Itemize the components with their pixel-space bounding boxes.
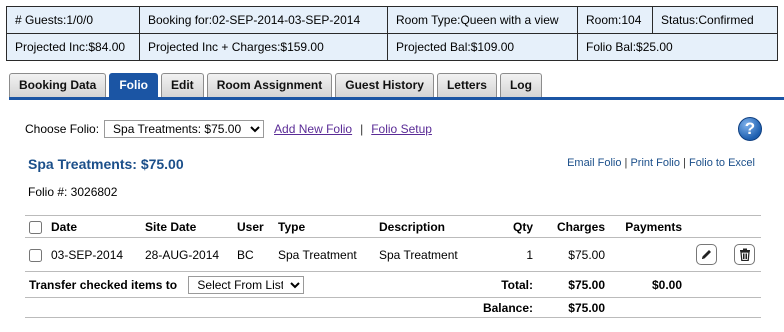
folio-panel: Choose Folio: Spa Treatments: $75.00 Add… [9,100,784,332]
balance-label: Balance: [375,297,537,318]
col-qty: Qty [495,215,537,238]
projected-inc-charges-cell: Projected Inc + Charges:$159.00 [139,33,388,61]
balance-spacer-right [609,297,761,318]
col-actions [686,215,761,238]
row-select-cell [25,237,47,272]
projected-inc-cell: Projected Inc:$84.00 [6,33,140,61]
print-folio-link[interactable]: Print Folio [630,157,680,169]
booking-info-table: # Guests:1/0/0 Booking for:02-SEP-2014-0… [6,6,778,61]
folio-to-excel-link[interactable]: Folio to Excel [689,157,755,169]
folio-select[interactable]: Spa Treatments: $75.00 [104,120,265,138]
email-folio-link[interactable]: Email Folio [567,157,621,169]
col-type: Type [274,215,375,238]
row-date: 03-SEP-2014 [47,237,141,272]
select-all-checkbox[interactable] [29,220,42,234]
folio-setup-link[interactable]: Folio Setup [371,122,432,136]
status-cell: Status:Confirmed [652,6,778,34]
room-cell: Room:104 [577,6,653,34]
tab-edit[interactable]: Edit [161,73,204,98]
total-row: Transfer checked items to Select From Li… [25,271,761,298]
transfer-label: Transfer checked items to [29,277,178,292]
total-payments: $0.00 [609,271,686,298]
col-description: Description [375,215,495,238]
pencil-icon[interactable] [695,244,717,265]
folio-items-table: Date Site Date User Type Description Qty… [25,215,761,318]
row-checkbox[interactable] [29,248,42,262]
total-spacer [686,271,761,298]
projected-bal-cell: Projected Bal:$109.00 [387,33,578,61]
folio-actions: Email Folio | Print Folio | Folio to Exc… [567,157,755,169]
row-qty: 1 [495,237,537,272]
select-all-cell [25,215,47,238]
row-user: BC [233,237,274,272]
help-icon[interactable]: ? [738,117,762,141]
row-payments [609,237,686,272]
link-separator: | [360,122,364,136]
balance-value: $75.00 [537,297,609,318]
tab-booking-data[interactable]: Booking Data [9,73,107,98]
row-actions [686,237,761,272]
room-type-cell: Room Type:Queen with a view [387,6,578,34]
choose-folio-label: Choose Folio: [25,122,100,136]
row-description: Spa Treatment [375,237,495,272]
header-row: Date Site Date User Type Description Qty… [25,215,761,238]
total-label: Total: [375,271,537,298]
row-site-date: 28-AUG-2014 [141,237,233,272]
balance-spacer [25,297,375,318]
total-charges: $75.00 [537,271,609,298]
col-date: Date [47,215,141,238]
add-new-folio-link[interactable]: Add New Folio [274,122,352,136]
transfer-cell: Transfer checked items to Select From Li… [25,271,375,298]
table-row: 03-SEP-2014 28-AUG-2014 BC Spa Treatment… [25,237,761,272]
transfer-select[interactable]: Select From List [188,275,305,294]
tab-guest-history[interactable]: Guest History [335,73,434,98]
action-separator: | [624,157,628,169]
tab-folio[interactable]: Folio [109,73,159,98]
guests-cell: # Guests:1/0/0 [6,6,140,34]
tab-letters[interactable]: Letters [436,73,497,98]
col-payments: Payments [609,215,686,238]
tab-log[interactable]: Log [499,73,542,98]
tab-bar: Booking Data Folio Edit Room Assignment … [9,73,542,98]
trash-icon[interactable] [734,244,755,265]
action-separator: | [683,157,686,169]
folio-bal-cell: Folio Bal:$25.00 [577,33,778,61]
row-type: Spa Treatment [274,237,375,272]
row-charges: $75.00 [537,237,609,272]
folio-title: Spa Treatments: $75.00 [28,156,184,172]
col-site-date: Site Date [141,215,233,238]
folio-number: Folio #: 3026802 [28,185,118,199]
col-charges: Charges [537,215,609,238]
choose-folio-row: Choose Folio: Spa Treatments: $75.00 Add… [25,120,432,138]
balance-row: Balance: $75.00 [25,297,761,318]
col-user: User [233,215,274,238]
booking-dates-cell: Booking for:02-SEP-2014-03-SEP-2014 [139,6,388,34]
tab-room-assignment[interactable]: Room Assignment [206,73,333,98]
